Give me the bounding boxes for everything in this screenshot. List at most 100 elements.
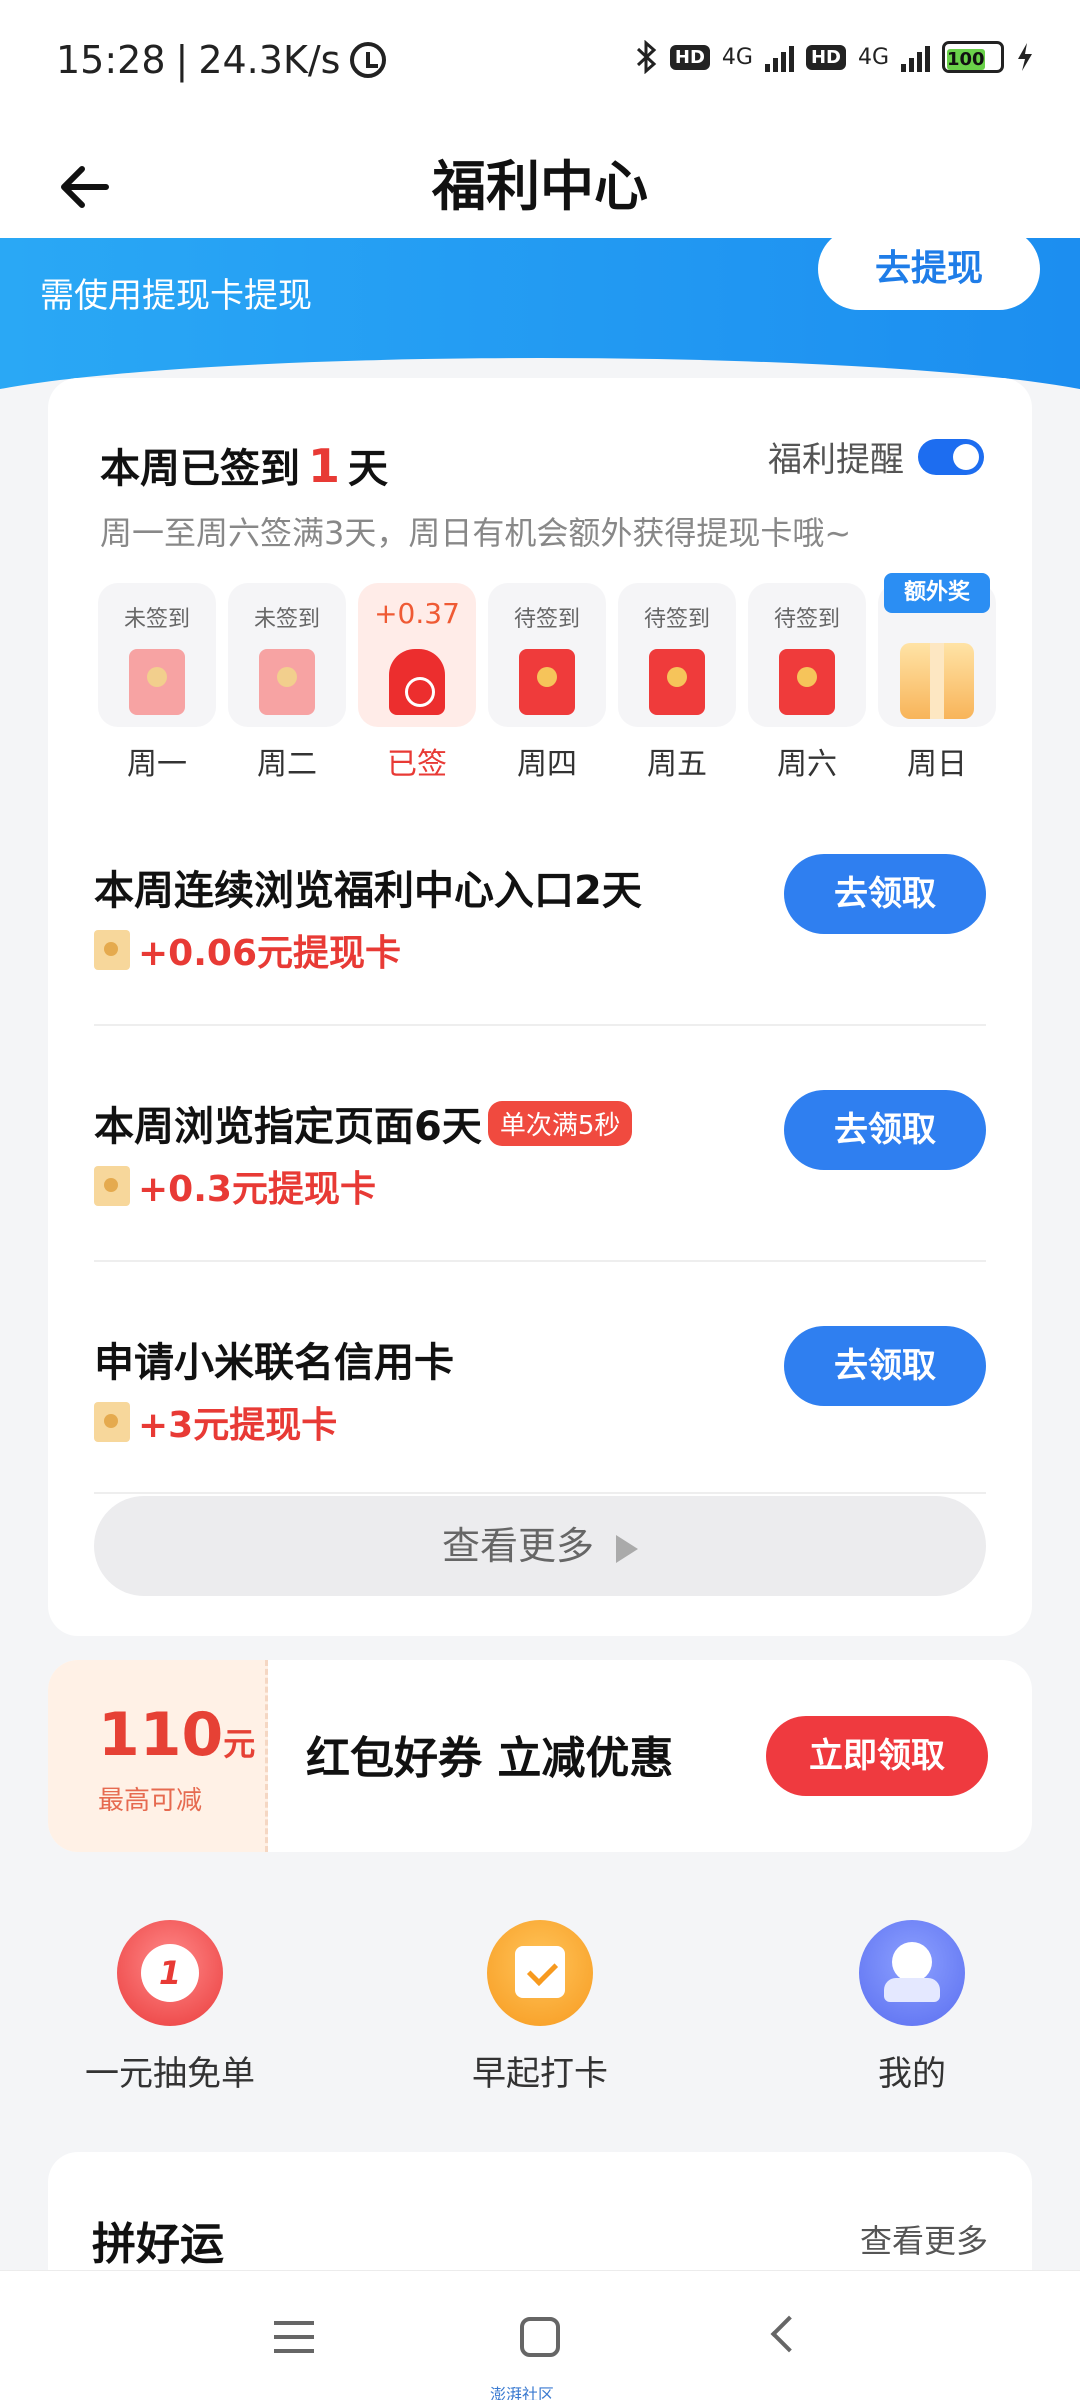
task-reward: +0.3元提现卡 — [94, 1160, 376, 1212]
day-reward: +0.37 — [374, 597, 460, 630]
lottery-glyph: 1 — [141, 1944, 199, 2002]
signal-icon-2 — [901, 42, 930, 72]
status-divider: | — [175, 38, 189, 82]
day-tue[interactable]: 未签到 周二 — [228, 583, 346, 783]
calendar-check-icon — [487, 1920, 593, 2026]
coupon-note: 最高可减 — [98, 1786, 203, 1816]
withdraw-note: 需使用提现卡提现 — [40, 276, 312, 316]
claim-button[interactable]: 去领取 — [784, 1326, 986, 1406]
user-icon — [859, 1920, 965, 2026]
section-title: 拼好运 — [92, 2219, 224, 2270]
signin-days: 未签到 周一 未签到 周二 +0.37 已签 待签到 周四 待签到 周五 待签到… — [98, 573, 996, 783]
nav-back-icon[interactable] — [770, 2315, 808, 2353]
lottery-icon: 1 — [117, 1920, 223, 2026]
network-label-2: 4G — [857, 44, 889, 70]
day-status: 待签到 — [513, 607, 580, 632]
alarm-icon — [350, 42, 387, 78]
network-label-1: 4G — [721, 44, 753, 70]
play-arrow-icon — [616, 1534, 638, 1563]
shortcut-lottery[interactable]: 1 一元抽免单 — [60, 1920, 280, 2095]
task-condition-tag: 单次满5秒 — [487, 1100, 633, 1146]
day-thu[interactable]: 待签到 周四 — [488, 583, 606, 783]
view-more-button[interactable]: 查看更多 — [94, 1496, 986, 1596]
system-nav-bar: 澎湃社区 — [0, 2270, 1080, 2400]
task-title: 本周浏览指定页面6天 单次满5秒 — [94, 1094, 633, 1152]
day-label: 周五 — [647, 747, 707, 782]
coupon-card: 110元 最高可减 红包好券 立减优惠 立即领取 — [48, 1660, 1032, 1852]
day-box: 未签到 — [228, 583, 346, 727]
day-status: 待签到 — [773, 607, 840, 632]
divider — [94, 1024, 986, 1026]
withdraw-banner: 需使用提现卡提现 去提现 — [0, 228, 1080, 468]
battery-icon: 100 — [942, 41, 1004, 73]
nav-caption: 澎湃社区 — [490, 2385, 555, 2400]
day-label: 周二 — [257, 747, 317, 782]
claim-coupon-button[interactable]: 立即领取 — [766, 1716, 988, 1796]
task-title: 申请小米联名信用卡 — [94, 1330, 454, 1388]
status-speed: 24.3K/s — [198, 38, 341, 82]
day-box: +0.37 — [358, 583, 476, 727]
divider — [94, 1492, 986, 1494]
day-status: 未签到 — [123, 607, 190, 632]
task-item: 本周连续浏览福利中心入口2天 +0.06元提现卡 去领取 — [94, 854, 986, 1094]
task-title-text: 申请小米联名信用卡 — [94, 1340, 454, 1386]
shortcut-label: 我的 — [878, 2054, 946, 2094]
reminder-setting: 福利提醒 — [768, 432, 984, 481]
coupon-amount-value: 110 — [98, 1700, 224, 1770]
withdraw-card-icon — [94, 930, 130, 970]
claim-button[interactable]: 去领取 — [784, 1090, 986, 1170]
view-more-label: 查看更多 — [441, 1524, 594, 1568]
day-label: 已签 — [387, 747, 447, 782]
shortcut-early-checkin[interactable]: 早起打卡 — [430, 1920, 650, 2095]
status-left: 15:28 | 24.3K/s — [56, 38, 387, 82]
signin-title-prefix: 本周已签到 — [100, 446, 300, 492]
day-sat[interactable]: 待签到 周六 — [748, 583, 866, 783]
task-reward-text: +0.3元提现卡 — [138, 1169, 376, 1210]
charging-icon — [1018, 43, 1032, 71]
reminder-label: 福利提醒 — [768, 440, 904, 480]
status-time: 15:28 — [56, 38, 166, 82]
menu-icon[interactable] — [274, 2321, 314, 2353]
day-mon[interactable]: 未签到 周一 — [98, 583, 216, 783]
coupon-value-panel: 110元 最高可减 — [48, 1660, 268, 1852]
red-envelope-icon — [129, 649, 185, 715]
withdraw-card-icon — [94, 1402, 130, 1442]
withdraw-button[interactable]: 去提现 — [818, 228, 1040, 310]
divider — [94, 1260, 986, 1262]
task-title-text: 本周连续浏览福利中心入口2天 — [94, 868, 642, 914]
day-label: 周四 — [517, 747, 577, 782]
hd-badge-2: HD — [805, 44, 846, 70]
shortcut-label: 早起打卡 — [472, 2054, 608, 2094]
day-box: 待签到 — [748, 583, 866, 727]
task-item: 本周浏览指定页面6天 单次满5秒 +0.3元提现卡 去领取 — [94, 1090, 986, 1330]
signin-title: 本周已签到 1 天 — [100, 436, 388, 494]
status-right: HD 4G HD 4G 100 — [636, 40, 1034, 74]
claim-button[interactable]: 去领取 — [784, 854, 986, 934]
home-icon[interactable] — [520, 2317, 560, 2357]
app-header: 福利中心 — [0, 120, 1080, 238]
status-bar: 15:28 | 24.3K/s HD 4G HD 4G 100 — [0, 0, 1080, 120]
red-envelope-icon — [649, 649, 705, 715]
coupon-title: 红包好券 立减优惠 — [306, 1733, 674, 1784]
day-status: 待签到 — [643, 607, 710, 632]
day-sun[interactable]: 额外奖 周日 — [878, 573, 996, 783]
red-envelope-icon — [779, 649, 835, 715]
opened-envelope-icon — [389, 649, 445, 715]
signin-subtitle: 周一至周六签满3天，周日有机会额外获得提现卡哦~ — [100, 514, 852, 552]
signin-title-suffix: 天 — [348, 446, 389, 492]
coupon-amount: 110元 — [98, 1700, 255, 1770]
red-envelope-icon — [259, 649, 315, 715]
task-reward-text: +0.06元提现卡 — [138, 933, 401, 974]
coupon-unit: 元 — [223, 1725, 256, 1763]
reminder-toggle[interactable] — [918, 438, 984, 475]
day-label: 周日 — [907, 747, 967, 782]
day-box: 未签到 — [98, 583, 216, 727]
day-box: 待签到 — [618, 583, 736, 727]
task-reward: +0.06元提现卡 — [94, 924, 401, 976]
day-fri[interactable]: 待签到 周五 — [618, 583, 736, 783]
view-more-link[interactable]: 查看更多 — [860, 2216, 988, 2262]
task-reward: +3元提现卡 — [94, 1396, 337, 1448]
day-wed[interactable]: +0.37 已签 — [358, 583, 476, 783]
withdraw-card-icon — [94, 1166, 130, 1206]
shortcut-mine[interactable]: 我的 — [802, 1920, 1022, 2095]
